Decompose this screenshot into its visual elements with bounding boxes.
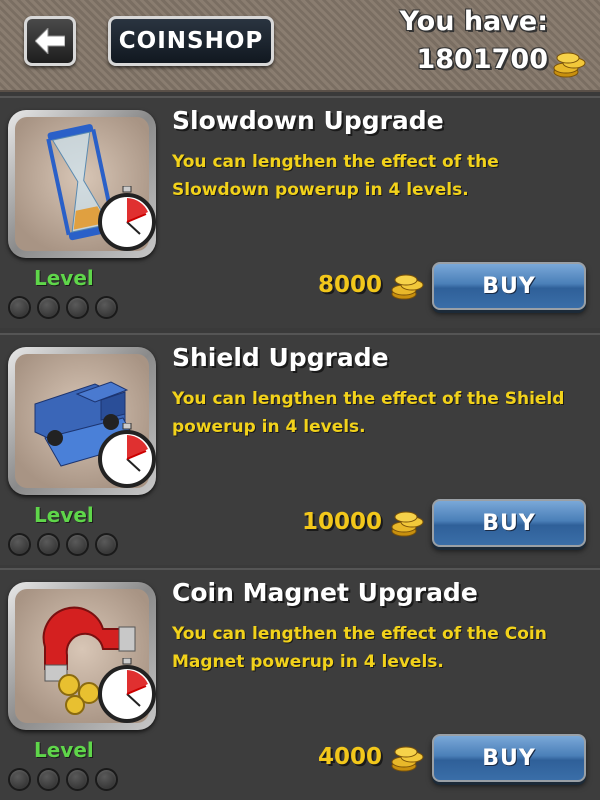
level-dot [66,768,89,791]
buy-button[interactable]: BUY [432,499,586,547]
level-indicator [8,768,118,791]
page-title: COINSHOP [108,16,274,66]
item-title: Slowdown Upgrade [172,106,444,135]
level-dot [8,533,31,556]
level-dot [8,768,31,791]
item-description: You can lengthen the effect of the Coin … [172,624,547,672]
level-dot [8,296,31,319]
buy-button[interactable]: BUY [432,262,586,310]
level-dot [95,533,118,556]
back-button[interactable] [24,16,76,66]
level-dot [37,533,60,556]
upgrade-card-coin-magnet: Level Coin Magnet Upgrade You can length… [0,568,600,800]
coin-balance: 1801700 [416,44,548,75]
upgrade-card-slowdown: Level Slowdown Upgrade You can lengthen … [0,96,600,328]
item-description: You can lengthen the effect of the Shiel… [172,389,565,437]
stopwatch-icon [98,658,156,723]
level-label: Level [34,503,94,527]
back-arrow-icon [35,28,65,54]
level-indicator [8,296,118,319]
level-dot [66,533,89,556]
item-description: You can lengthen the effect of the Slowd… [172,152,499,200]
item-price: 4000 [317,744,382,770]
coin-stack-icon [391,274,424,300]
coin-stack-icon [553,52,586,78]
item-title: Coin Magnet Upgrade [172,578,478,607]
stopwatch-icon [98,186,156,251]
buy-button[interactable]: BUY [432,734,586,782]
level-label: Level [34,266,94,290]
level-dot [37,296,60,319]
item-price: 10000 [301,509,382,535]
item-price: 8000 [317,272,382,298]
level-dot [37,768,60,791]
you-have-label: You have: [399,6,548,37]
level-label: Level [34,738,94,762]
item-title: Shield Upgrade [172,343,389,372]
level-dot [95,768,118,791]
stopwatch-icon [98,423,156,488]
level-dot [66,296,89,319]
coinshop-header: COINSHOP You have: 1801700 [0,0,600,92]
coin-stack-icon [391,746,424,772]
coin-stack-icon [391,511,424,537]
upgrade-card-shield: Level Shield Upgrade You can lengthen th… [0,333,600,565]
level-dot [95,296,118,319]
level-indicator [8,533,118,556]
